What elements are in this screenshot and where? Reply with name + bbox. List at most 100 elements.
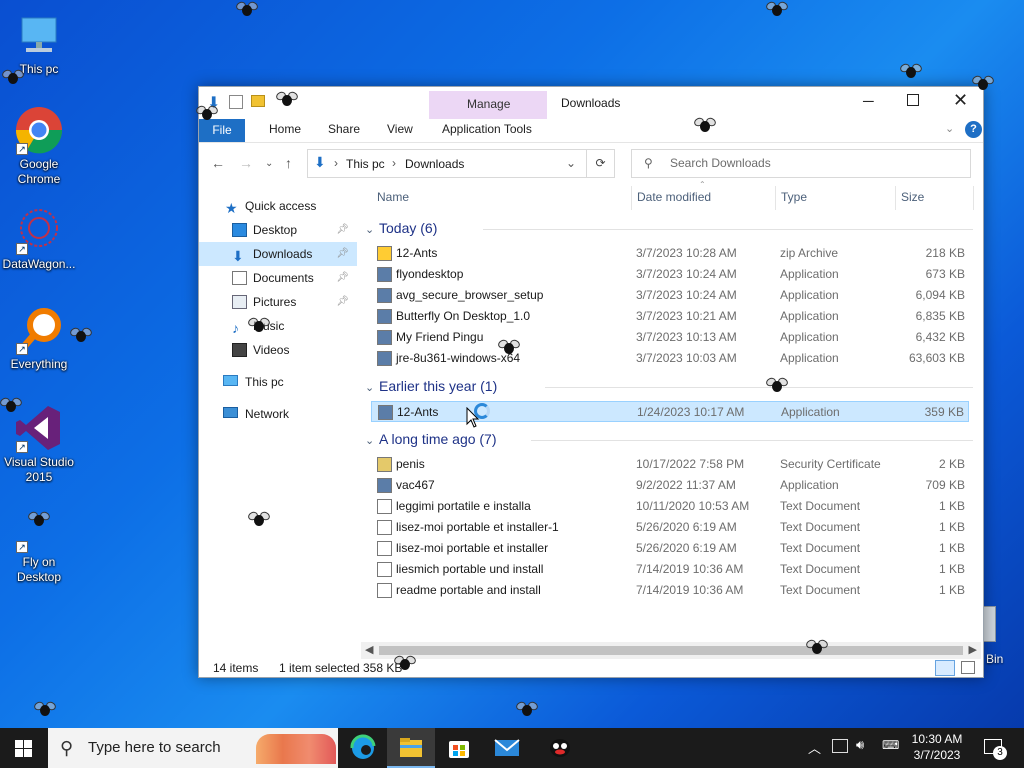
group-header-earlier-this-year[interactable]: ⌄ Earlier this year (1) [365, 378, 973, 394]
file-type-icon [377, 499, 392, 514]
nav-desktop[interactable]: Desktop 📌︎ [199, 218, 357, 242]
tab-share[interactable]: Share [328, 119, 360, 141]
file-row[interactable]: liesmich portable und install 7/14/2019 1… [371, 559, 969, 580]
breadcrumb-this-pc[interactable]: This pc [346, 157, 385, 171]
file-type: Application [780, 330, 839, 344]
details-view-icon[interactable] [935, 660, 955, 676]
desktop-icon-datawagon[interactable]: ↗ DataWagon... [0, 205, 78, 272]
file-row[interactable]: Butterfly On Desktop_1.0 3/7/2023 10:21 A… [371, 306, 969, 327]
column-header-size[interactable]: Size [901, 190, 924, 204]
file-row[interactable]: avg_secure_browser_setup 3/7/2023 10:24 A… [371, 285, 969, 306]
file-row[interactable]: 12-Ants 3/7/2023 10:28 AM zip Archive 218 K… [371, 243, 969, 264]
new-folder-icon[interactable] [251, 95, 265, 107]
file-row[interactable]: lisez-moi portable et installer-1 5/26/20… [371, 517, 969, 538]
tab-application-tools[interactable]: Application Tools [442, 119, 532, 141]
column-header-type[interactable]: Type [781, 190, 807, 204]
file-row[interactable]: lisez-moi portable et installer 5/26/2020… [371, 538, 969, 559]
tab-view[interactable]: View [387, 119, 413, 141]
file-type-icon [377, 330, 392, 345]
taskbar-search-box[interactable]: ⚲ Type here to search [48, 728, 338, 768]
nav-network[interactable]: Network [199, 402, 357, 426]
volume-icon[interactable]: 🔊︎ [856, 737, 864, 753]
refresh-button[interactable]: ⟳ [587, 149, 615, 178]
file-row[interactable]: flyondesktop 3/7/2023 10:24 AM Application… [371, 264, 969, 285]
file-tab[interactable]: File [199, 119, 245, 142]
scroll-right-icon[interactable]: ▶ [969, 643, 977, 656]
search-highlight-illustration [256, 734, 336, 764]
fly-icon [764, 0, 790, 18]
back-button[interactable]: ← [211, 155, 225, 171]
column-divider[interactable] [631, 186, 632, 210]
pin-icon[interactable]: 📌︎ [336, 242, 349, 266]
address-dropdown-chevron-icon[interactable]: ⌄ [566, 156, 576, 170]
column-divider[interactable] [973, 186, 974, 210]
properties-icon[interactable] [229, 95, 243, 109]
group-divider [483, 229, 973, 230]
column-divider[interactable] [775, 186, 776, 210]
file-size: 1 KB [938, 583, 965, 597]
desktop-icon-this-pc[interactable]: This pc [0, 10, 78, 77]
column-header-date[interactable]: Date modified [637, 190, 711, 204]
status-selected: 1 item selected [279, 661, 360, 675]
nav-pictures[interactable]: Pictures 📌︎ [199, 290, 357, 314]
file-size: 218 KB [925, 246, 965, 260]
scroll-left-icon[interactable]: ◀ [365, 643, 373, 656]
taskbar-file-explorer[interactable] [387, 728, 435, 768]
help-icon[interactable]: ? [965, 121, 982, 138]
group-header-today[interactable]: ⌄ Today (6) [365, 220, 973, 236]
file-row[interactable]: My Friend Pingu 3/7/2023 10:13 AM Applicat… [371, 327, 969, 348]
tab-home[interactable]: Home [269, 119, 301, 141]
taskbar-store[interactable] [435, 728, 483, 768]
nav-downloads[interactable]: ⬇ Downloads 📌︎ [199, 242, 357, 266]
pin-icon[interactable]: 📌︎ [336, 218, 349, 242]
up-button[interactable]: ↑ [285, 155, 292, 171]
column-header-name[interactable]: Name [377, 190, 409, 204]
fly-icon [514, 700, 540, 718]
file-row[interactable]: vac467 9/2/2022 11:37 AM Application 709 KB [371, 475, 969, 496]
file-row[interactable]: 12-Ants 1/24/2023 10:17 AM Application 359 … [371, 401, 969, 422]
ribbon-expand-chevron-icon[interactable]: ⌄ [945, 122, 954, 135]
desktop-icon-chrome[interactable]: ↗ Google Chrome [0, 105, 78, 187]
close-button[interactable]: ✕ [953, 90, 968, 111]
forward-button[interactable]: → [239, 155, 253, 171]
address-bar[interactable]: ⬇ › This pc › Downloads ⌄ [307, 149, 587, 178]
nav-music[interactable]: ♪ Music [199, 314, 357, 338]
clock[interactable]: 10:30 AM 3/7/2023 [902, 731, 972, 763]
large-icons-view-icon[interactable] [961, 661, 975, 674]
breadcrumb-downloads[interactable]: Downloads [405, 157, 464, 171]
recent-locations-chevron-icon[interactable]: ⌄ [265, 158, 273, 169]
windows-start-icon[interactable] [15, 740, 32, 757]
taskbar-pingu[interactable] [536, 728, 584, 768]
file-row[interactable]: leggimi portatile e installa 10/11/2020 1… [371, 496, 969, 517]
search-icon: ⚲ [60, 738, 74, 758]
desktop-icon-visual-studio[interactable]: ↗ Visual Studio 2015 [0, 403, 78, 485]
ime-icon[interactable]: ⌨ [882, 738, 899, 752]
network-status-icon[interactable] [832, 739, 848, 753]
search-icon: ⚲ [644, 156, 653, 170]
nav-this-pc[interactable]: This pc [199, 370, 357, 394]
nav-documents[interactable]: Documents 📌︎ [199, 266, 357, 290]
fly-icon [26, 510, 52, 528]
minimize-button[interactable]: ─ [863, 93, 874, 110]
scroll-thumb[interactable] [379, 646, 963, 655]
nav-quick-access[interactable]: ★ Quick access [199, 194, 357, 218]
show-hidden-icons-chevron-icon[interactable]: ︿ [808, 738, 821, 757]
horizontal-scrollbar[interactable]: ◀ ▶ [361, 642, 981, 659]
file-date: 3/7/2023 10:28 AM [636, 246, 737, 260]
file-row[interactable]: penis 10/17/2022 7:58 PM Security Certific… [371, 454, 969, 475]
file-date: 3/7/2023 10:21 AM [636, 309, 737, 323]
maximize-button[interactable] [907, 94, 919, 106]
column-divider[interactable] [895, 186, 896, 210]
taskbar-edge[interactable] [339, 728, 387, 768]
manage-tab[interactable]: Manage [467, 97, 510, 111]
file-row[interactable]: readme portable and install 7/14/2019 10:… [371, 580, 969, 601]
file-date: 3/7/2023 10:24 AM [636, 267, 737, 281]
search-input[interactable]: ⚲ Search Downloads [631, 149, 971, 178]
pin-icon[interactable]: 📌︎ [336, 266, 349, 290]
nav-videos[interactable]: Videos [199, 338, 357, 362]
group-header-long-time-ago[interactable]: ⌄ A long time ago (7) [365, 431, 973, 447]
pin-icon[interactable]: 📌︎ [336, 290, 349, 314]
file-row[interactable]: jre-8u361-windows-x64 3/7/2023 10:03 AM Ap… [371, 348, 969, 369]
desktop-icon-everything[interactable]: ↗ Everything [0, 305, 78, 372]
taskbar-mail[interactable] [483, 728, 531, 768]
